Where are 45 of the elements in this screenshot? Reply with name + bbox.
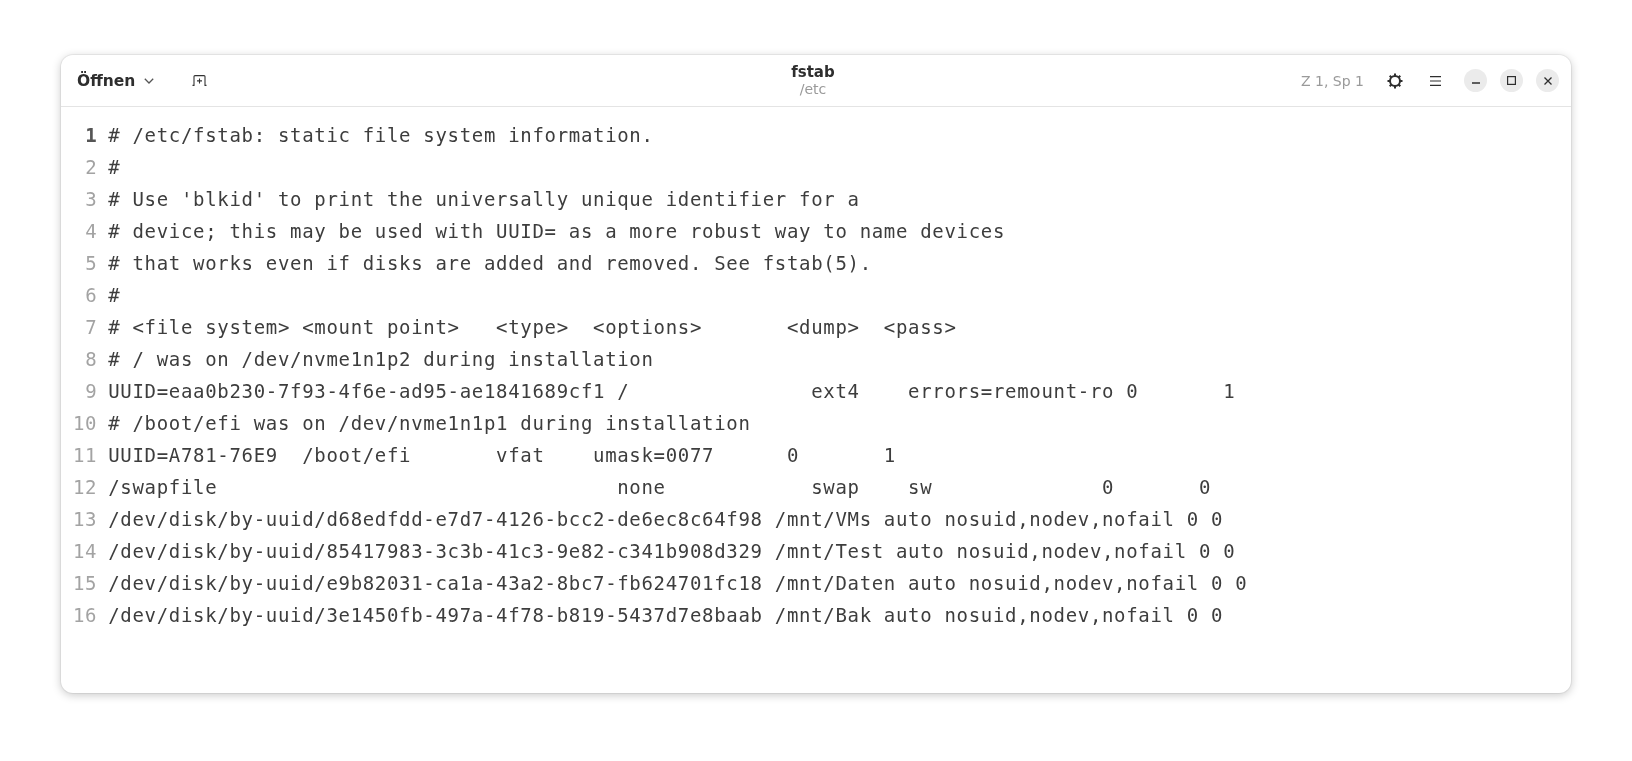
minimize-icon [1471,81,1480,84]
code-line: # /etc/fstab: static file system information. [108,123,654,148]
line-number: 1 [85,123,98,148]
code-line: UUID=A781-76E9 /boot/efi vfat umask=0077 0 1 [108,443,896,468]
tab-plus-icon[interactable] [192,75,208,86]
line-number: 5 [85,251,98,276]
line-number: 12 [73,475,98,500]
code-line: /dev/disk/by-uuid/85417983-3c3b-41c3-9e82-c341b908d329 /mnt/Test auto nosuid,nodev,nofail 0 0 [108,539,1236,564]
line-number: 7 [85,315,98,340]
code-line: # <file system> <mount point> <type> <options> <dump> <pass> [108,315,957,340]
gear-icon[interactable] [1387,72,1403,89]
line-number: 8 [85,347,98,372]
chevron-down-icon [144,77,155,84]
line-number: 10 [73,411,98,436]
line-number: 9 [85,379,98,404]
close-icon [1543,76,1552,85]
line-number: 15 [73,571,98,596]
code-line: # [108,283,121,308]
code-line: /dev/disk/by-uuid/3e1450fb-497a-4f78-b819-5437d7e8baab /mnt/Bak auto nosuid,nodev,nofail 0 0 [108,603,1224,628]
line-number: 4 [85,219,98,244]
maximize-icon [1507,76,1516,85]
line-number: 3 [85,187,98,212]
code-line: UUID=eaa0b230-7f93-4f6e-ad95-ae1841689cf1 / ext4 errors=remount-ro 0 1 [108,379,1236,404]
close-button[interactable] [1536,69,1559,92]
code-line: /dev/disk/by-uuid/d68edfdd-e7d7-4126-bcc2-de6ec8c64f98 /mnt/VMs auto nosuid,nodev,nofail 0 0 [108,507,1224,532]
maximize-button[interactable] [1500,69,1523,92]
code-line: # Use 'blkid' to print the universally unique identifier for a [108,187,860,212]
line-number: 11 [73,443,98,468]
menu-icon[interactable] [1430,75,1441,86]
code-line: # device; this may be used with UUID= as a more robust way to name devices [108,219,1006,244]
code-line: # that works even if disks are added and removed. See fstab(5). [108,251,872,276]
line-number: 16 [73,603,98,628]
window-subtitle: /etc [799,82,827,98]
code-line: /dev/disk/by-uuid/e9b82031-ca1a-43a2-8bc7-fb624701fc18 /mnt/Daten auto nosuid,nodev,nofail 0 0 [108,571,1248,596]
line-number: 14 [73,539,98,564]
window-title: fstab [791,63,835,81]
line-number: 6 [85,283,98,308]
code-line: /swapfile none swap sw 0 0 [108,475,1212,500]
code-line: # [108,155,121,180]
open-button[interactable]: Öffnen [67,66,165,95]
line-number: 13 [73,507,98,532]
line-number: 2 [85,155,98,180]
code-line: # / was on /dev/nvme1n1p2 during installation [108,347,654,372]
minimize-button[interactable] [1464,69,1487,92]
code-line: # /boot/efi was on /dev/nvme1n1p1 during installation [108,411,751,436]
